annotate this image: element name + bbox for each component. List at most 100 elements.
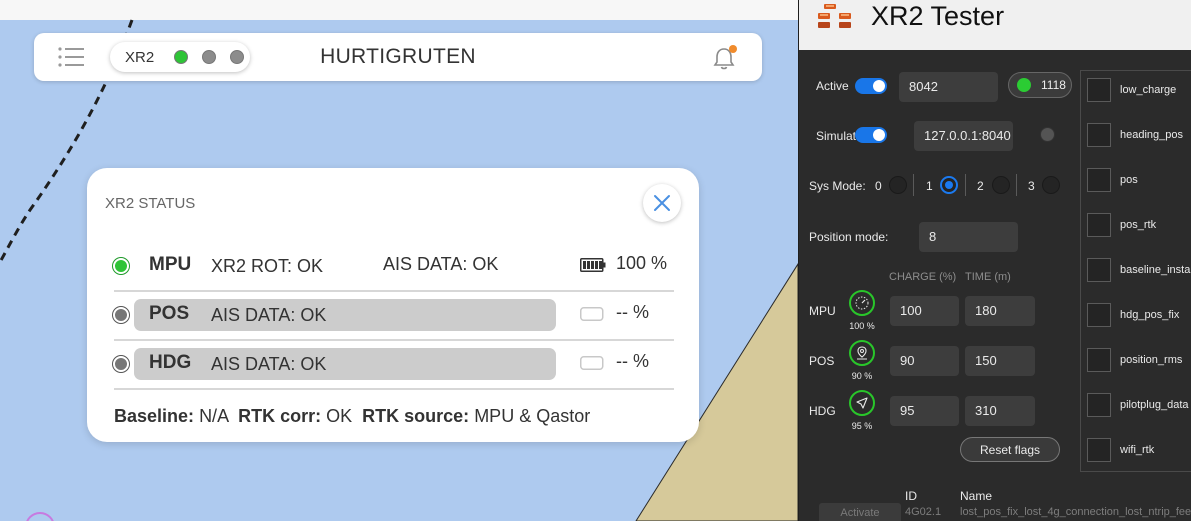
table-cell-id: 4G02.1	[905, 506, 942, 518]
checkbox[interactable]	[1087, 168, 1111, 192]
notification-bell-icon[interactable]	[712, 45, 738, 71]
flag-label: wifi_rtk	[1120, 444, 1155, 456]
device-selector[interactable]: XR2	[110, 42, 250, 72]
checkbox[interactable]	[1087, 393, 1111, 417]
app-icon	[818, 4, 851, 28]
hdg-charge-field[interactable]: 95	[890, 396, 959, 426]
checkbox[interactable]	[1087, 303, 1111, 327]
time-column-header: TIME (m)	[965, 271, 1011, 283]
hdg-status-ring	[849, 390, 875, 416]
sys-mode-radio-1[interactable]	[940, 176, 958, 194]
mpu-time-field[interactable]: 180	[965, 296, 1035, 326]
divider	[965, 174, 966, 196]
xr2-tester-window: XR2 Tester Active 8042 1118 Simulato 127…	[798, 0, 1191, 521]
checkbox[interactable]	[1087, 258, 1111, 282]
checkbox[interactable]	[1087, 123, 1111, 147]
flag-label: baseline_insta	[1120, 264, 1191, 276]
mpu-percent: 100 %	[849, 321, 875, 331]
close-icon	[654, 195, 670, 211]
unit-label-mpu: MPU	[809, 304, 836, 318]
pos-status-ring	[849, 340, 875, 366]
unit-name: MPU	[149, 254, 192, 275]
hdg-percent: 95 %	[851, 421, 873, 431]
pos-percent: 90 %	[851, 371, 873, 381]
flag-pos[interactable]: pos	[1087, 168, 1191, 194]
active-toggle[interactable]	[855, 78, 887, 94]
divider	[114, 388, 674, 390]
status-row-mpu: MPU XR2 ROT: OK AIS DATA: OK 100 %	[87, 242, 699, 290]
sys-mode-option-2-label: 2	[977, 179, 984, 193]
title-bar: XR2 Tester	[799, 0, 1191, 50]
status-led	[113, 307, 129, 323]
sys-mode-label: Sys Mode:	[809, 179, 866, 193]
battery-percent: -- %	[616, 351, 649, 371]
battery-icon	[580, 356, 604, 370]
divider	[1016, 174, 1017, 196]
sys-mode-radio-2[interactable]	[992, 176, 1010, 194]
flag-label: pilotplug_data	[1120, 399, 1189, 411]
unit-label-pos: POS	[809, 354, 835, 368]
mpu-status-ring	[849, 290, 875, 316]
battery-segment	[591, 261, 594, 269]
active-label: Active	[816, 79, 849, 93]
flag-label: hdg_pos_fix	[1120, 309, 1180, 321]
port-field[interactable]: 8042	[899, 72, 998, 102]
activate-button[interactable]: Activate	[819, 503, 901, 521]
map-view[interactable]: XR2 HURTIGRUTEN XR2 STATUS MPU XR2 ROT: …	[0, 0, 798, 521]
xr2-status-card: XR2 STATUS MPU XR2 ROT: OK AIS DATA: OK …	[87, 168, 699, 442]
status-led	[113, 258, 129, 274]
status-indicator-1	[174, 50, 188, 64]
navigation-arrow-icon	[856, 397, 868, 409]
flag-pilotplug-data[interactable]: pilotplug_data	[1087, 393, 1191, 419]
list-menu-icon[interactable]	[58, 47, 84, 67]
rtk-corr-value: OK	[326, 406, 353, 426]
flag-heading-pos[interactable]: heading_pos	[1087, 123, 1191, 149]
pos-time-field[interactable]: 150	[965, 346, 1035, 376]
app-title: XR2 Tester	[871, 1, 1005, 31]
flag-position-rms[interactable]: position_rms	[1087, 348, 1191, 374]
flag-label: pos	[1120, 174, 1138, 186]
connection-status-dot	[1017, 78, 1031, 92]
flag-label: low_charge	[1120, 84, 1177, 96]
status-row-hdg: HDG AIS DATA: OK -- %	[87, 340, 699, 388]
battery-segment	[583, 261, 586, 269]
status-indicator-2	[202, 50, 216, 64]
flags-panel: low_charge heading_pos pos pos_rtk basel…	[1080, 70, 1191, 472]
flag-baseline-insta[interactable]: baseline_insta	[1087, 258, 1191, 284]
status-row-pos: POS AIS DATA: OK -- %	[87, 291, 699, 339]
unit-name: HDG	[149, 352, 192, 373]
rtk-corr-label: RTK corr:	[238, 406, 322, 426]
table-header-id: ID	[905, 489, 917, 503]
gauge-icon	[855, 296, 869, 310]
flag-hdg-pos-fix[interactable]: hdg_pos_fix	[1087, 303, 1191, 329]
map-marker[interactable]	[26, 512, 54, 521]
reset-flags-button[interactable]: Reset flags	[960, 437, 1060, 462]
status-text: AIS DATA: OK	[211, 354, 327, 374]
battery-segment	[599, 261, 602, 269]
sys-mode-radio-3[interactable]	[1042, 176, 1060, 194]
checkbox[interactable]	[1087, 348, 1111, 372]
rtk-source-label: RTK source:	[362, 406, 470, 426]
close-button[interactable]	[643, 184, 681, 222]
card-title: XR2 STATUS	[105, 195, 196, 212]
position-mode-field[interactable]: 8	[919, 222, 1018, 252]
flag-pos-rtk[interactable]: pos_rtk	[1087, 213, 1191, 239]
checkbox[interactable]	[1087, 438, 1111, 462]
checkbox[interactable]	[1087, 213, 1111, 237]
map-pin-icon	[857, 346, 867, 360]
sys-mode-radio-0[interactable]	[889, 176, 907, 194]
simulator-toggle[interactable]	[855, 127, 887, 143]
unit-name: POS	[149, 303, 190, 324]
checkbox[interactable]	[1087, 78, 1111, 102]
flag-wifi-rtk[interactable]: wifi_rtk	[1087, 438, 1191, 464]
hdg-time-field[interactable]: 310	[965, 396, 1035, 426]
sys-mode-option-1-label: 1	[926, 179, 933, 193]
baseline-value: N/A	[199, 406, 229, 426]
pos-charge-field[interactable]: 90	[890, 346, 959, 376]
page-title: HURTIGRUTEN	[320, 45, 476, 68]
mpu-charge-field[interactable]: 100	[890, 296, 959, 326]
simulator-address-field[interactable]: 127.0.0.1:8040	[914, 121, 1013, 151]
divider	[913, 174, 914, 196]
flag-low-charge[interactable]: low_charge	[1087, 78, 1191, 104]
battery-icon	[580, 258, 606, 272]
